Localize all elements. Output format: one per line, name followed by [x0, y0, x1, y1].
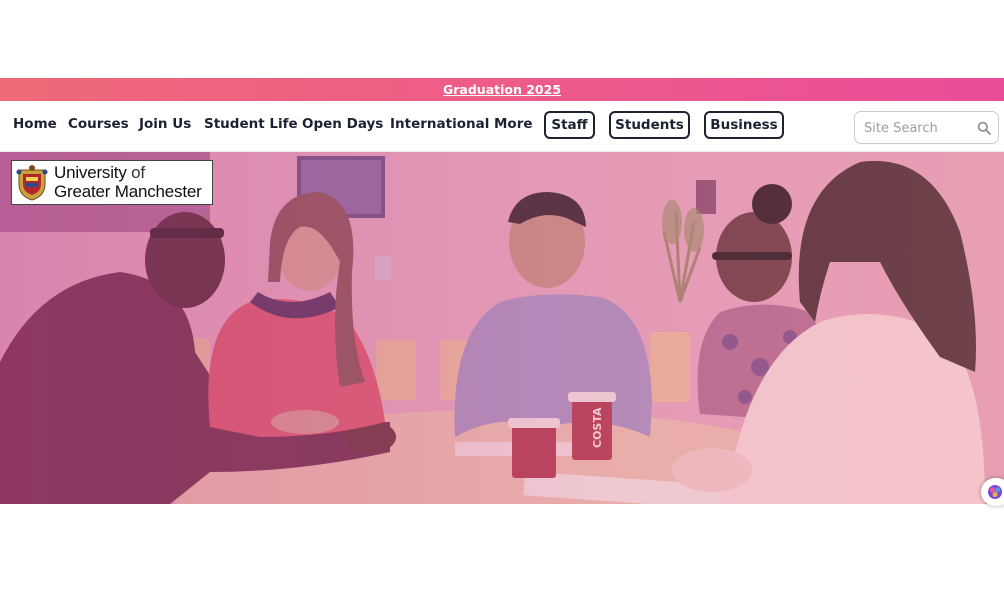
logo-text-line1: University of: [54, 163, 145, 182]
nav-more[interactable]: More: [494, 116, 533, 132]
logo-text-line2: Greater Manchester: [54, 182, 202, 201]
search-icon[interactable]: [977, 121, 991, 135]
crest-icon: [16, 165, 48, 201]
cup-brand-text: COSTA: [591, 407, 604, 448]
nav-open-days[interactable]: Open Days: [302, 116, 383, 132]
nav-home[interactable]: Home: [13, 116, 57, 132]
graduation-link[interactable]: Graduation 2025: [443, 82, 561, 97]
nav-international[interactable]: International: [390, 116, 489, 132]
announcement-bar: Graduation 2025: [0, 78, 1004, 101]
site-search: [854, 111, 999, 144]
university-logo[interactable]: University of Greater Manchester: [11, 160, 213, 205]
nav-courses[interactable]: Courses: [68, 116, 129, 132]
nav-join-us[interactable]: Join Us: [139, 116, 191, 132]
search-input[interactable]: [864, 118, 974, 138]
nav-student-life[interactable]: Student Life: [204, 116, 298, 132]
main-navigation: Home Courses Join Us Student Life Open D…: [0, 101, 1004, 152]
chatbot-launcher[interactable]: [981, 478, 1004, 506]
business-button[interactable]: Business: [704, 111, 784, 139]
staff-button[interactable]: Staff: [544, 111, 595, 139]
chatbot-icon: [988, 485, 1002, 499]
students-button[interactable]: Students: [609, 111, 690, 139]
